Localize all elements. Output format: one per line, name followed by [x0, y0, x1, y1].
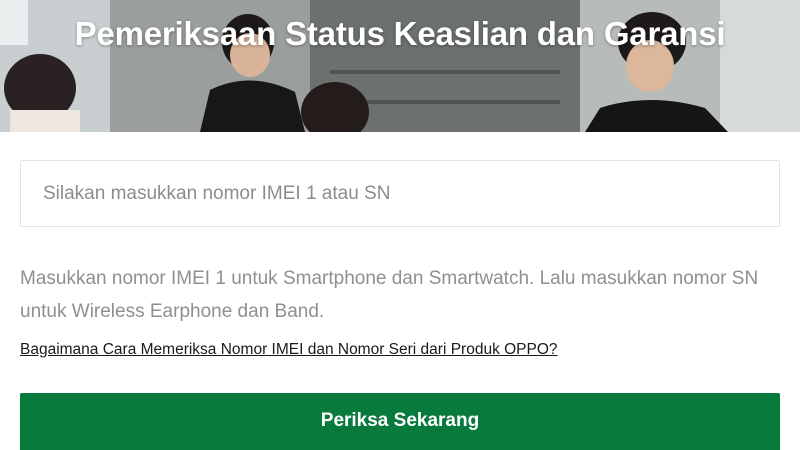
hero-banner: Pemeriksaan Status Keaslian dan Garansi [0, 0, 800, 132]
imei-sn-input[interactable] [20, 160, 780, 227]
check-now-button[interactable]: Periksa Sekarang [20, 393, 780, 450]
page-title: Pemeriksaan Status Keaslian dan Garansi [74, 15, 726, 52]
imei-help-link[interactable]: Bagaimana Cara Memeriksa Nomor IMEI dan … [20, 341, 558, 359]
imei-help-text: Masukkan nomor IMEI 1 untuk Smartphone d… [20, 268, 759, 322]
